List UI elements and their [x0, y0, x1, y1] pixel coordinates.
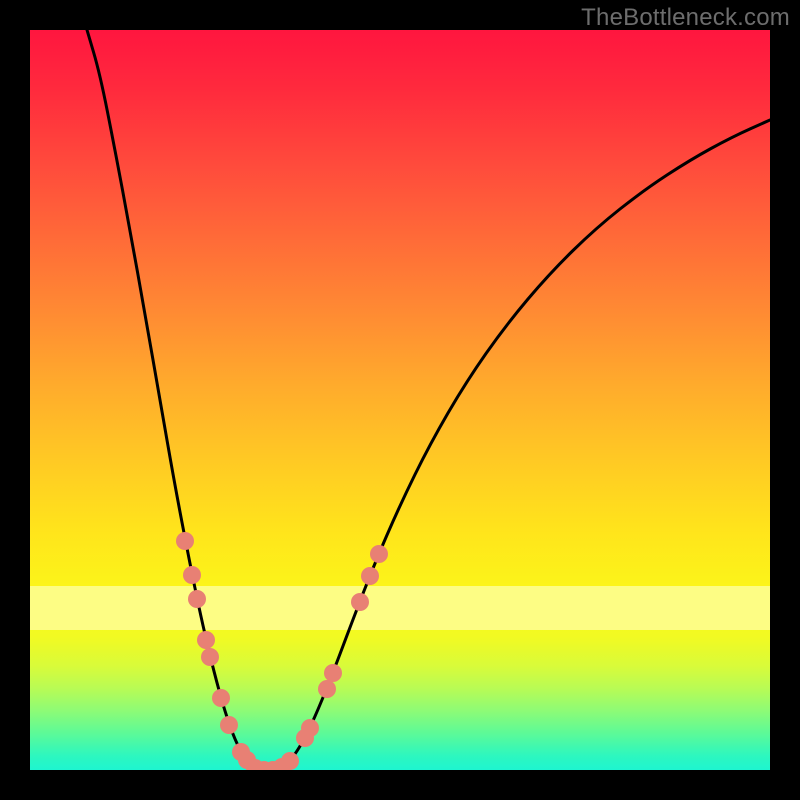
- data-point: [324, 664, 342, 682]
- data-point: [212, 689, 230, 707]
- data-point: [281, 752, 299, 770]
- data-point: [188, 590, 206, 608]
- data-point: [351, 593, 369, 611]
- data-point: [183, 566, 201, 584]
- data-point: [220, 716, 238, 734]
- data-points: [176, 532, 388, 770]
- watermark-text: TheBottleneck.com: [581, 4, 790, 32]
- data-point: [361, 567, 379, 585]
- data-point: [318, 680, 336, 698]
- plot-area: [30, 30, 770, 770]
- bottleneck-curve: [87, 30, 770, 770]
- data-point: [197, 631, 215, 649]
- data-point: [301, 719, 319, 737]
- curve-svg: [30, 30, 770, 770]
- data-point: [201, 648, 219, 666]
- data-point: [176, 532, 194, 550]
- chart-frame: TheBottleneck.com: [0, 0, 800, 800]
- data-point: [370, 545, 388, 563]
